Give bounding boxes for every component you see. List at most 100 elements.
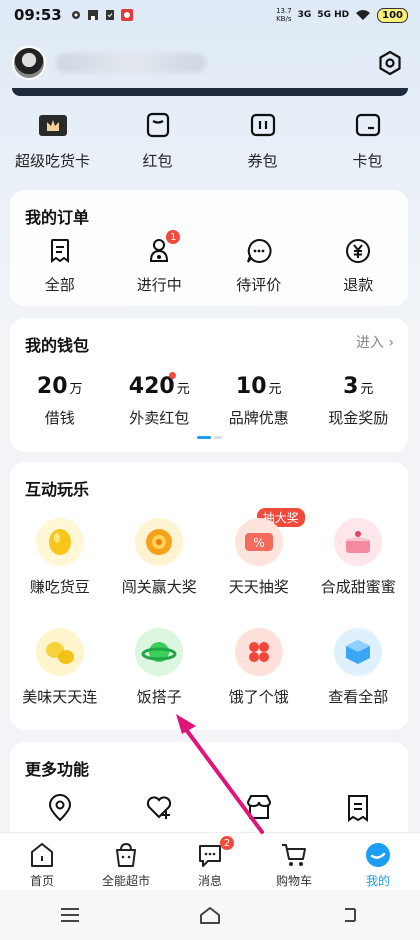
tab-supermarket[interactable]: 全能超市 — [84, 833, 168, 890]
game-sweet-merge[interactable]: 合成甜蜜蜜 — [309, 518, 407, 597]
cart-icon — [282, 844, 306, 866]
order-list-icon — [50, 239, 69, 263]
game-earn-beans[interactable]: 赚吃货豆 — [11, 518, 109, 597]
game-label: 查看全部 — [328, 688, 389, 706]
refund-icon — [346, 239, 371, 263]
order-refund[interactable]: 退款 — [309, 236, 407, 295]
lemons-icon — [45, 642, 74, 664]
order-label: 待评价 — [236, 276, 282, 294]
wallet-item-loan[interactable]: 20 万 借钱 — [11, 374, 109, 428]
order-in-progress[interactable]: 1 进行中 — [110, 230, 208, 295]
assets-row: 超级吃货卡 红包 券包 卡包 — [0, 110, 420, 180]
green-planet-icon — [141, 642, 177, 662]
game-label: 合成甜蜜蜜 — [320, 578, 396, 596]
system-nav-bar — [0, 890, 420, 940]
wallet-item-brand-discount[interactable]: 10 元 品牌优惠 — [210, 374, 308, 428]
orders-title: 我的订单 — [25, 208, 90, 227]
tab-home[interactable]: 首页 — [0, 833, 84, 890]
game-label: 美味天天连 — [22, 688, 98, 706]
tab-label: 购物车 — [275, 874, 312, 888]
order-label: 进行中 — [136, 276, 182, 294]
menu-nav-icon[interactable] — [59, 906, 81, 924]
game-meal-buddy[interactable]: 饭搭子 — [110, 628, 208, 707]
bean-icon — [48, 529, 71, 555]
wallet-value: 420 — [128, 374, 175, 399]
tab-label: 消息 — [197, 874, 222, 888]
crown-card-icon — [38, 115, 67, 136]
message-icon — [199, 845, 221, 867]
games-card: 互动玩乐 赚吃货豆 闯关赢大奖 抽大奖 % 天天抽奖 合成甜蜜蜜 美味天天连 饭… — [10, 462, 408, 730]
tab-me[interactable]: 我的 — [336, 833, 420, 890]
tab-label: 我的 — [365, 874, 390, 888]
asset-coupons[interactable]: 券包 — [213, 110, 313, 180]
game-daily-match[interactable]: 美味天天连 — [11, 628, 109, 707]
card-wallet-icon — [355, 113, 380, 137]
wallet-label: 借钱 — [44, 409, 75, 427]
bottom-tab-bar: 首页 全能超市 2 消息 购物车 我的 — [0, 832, 420, 890]
me-icon — [366, 843, 390, 867]
more-item-address[interactable] — [11, 794, 109, 822]
wallet-item-takeout-packet[interactable]: 420 元 外卖红包 — [110, 372, 208, 428]
game-so-hungry[interactable]: 饿了个饿 — [210, 628, 308, 707]
wallet-unit: 元 — [268, 382, 282, 397]
settings-button[interactable] — [376, 49, 404, 77]
more-item-store[interactable] — [210, 794, 308, 822]
order-all[interactable]: 全部 — [11, 236, 109, 295]
order-to-review[interactable]: 待评价 — [210, 236, 308, 295]
game-level-prize[interactable]: 闯关赢大奖 — [110, 518, 208, 597]
location-icon — [48, 794, 71, 822]
clipboard-status-icon — [105, 10, 114, 20]
asset-card-wallet[interactable]: 卡包 — [318, 110, 418, 180]
battery-indicator: 100 — [377, 7, 408, 23]
status-right: 13.7 KB/s 3G 5G HD 100 — [276, 7, 408, 23]
asset-label: 超级吃货卡 — [14, 152, 90, 170]
wallet-unit: 元 — [176, 382, 190, 397]
tab-messages[interactable]: 2 消息 — [168, 833, 252, 890]
tab-cart[interactable]: 购物车 — [252, 833, 336, 890]
game-daily-lottery[interactable]: 抽大奖 % 天天抽奖 — [210, 508, 308, 597]
more-title: 更多功能 — [25, 760, 90, 779]
wallet-value: 3 — [343, 374, 359, 399]
store-icon — [246, 795, 271, 819]
gear-status-icon — [71, 11, 80, 19]
order-label: 退款 — [343, 276, 374, 294]
wallet-title: 我的钱包 — [25, 336, 90, 355]
games-title: 互动玩乐 — [25, 480, 90, 499]
orders-card: 我的订单 全部 1 进行中 待评价 退款 — [10, 190, 408, 306]
wallet-unit: 元 — [360, 382, 374, 397]
coupon-percent-icon: % — [244, 533, 273, 551]
hexagon-settings-icon — [379, 50, 401, 75]
order-label: 全部 — [44, 276, 75, 294]
heart-plus-icon — [147, 796, 172, 819]
more-item-follow-store[interactable] — [110, 794, 208, 822]
username-blurred[interactable] — [56, 52, 206, 73]
wallet-label: 外卖红包 — [129, 409, 190, 427]
invoice-icon — [348, 795, 369, 822]
asset-super-card[interactable]: 超级吃货卡 — [3, 110, 103, 180]
signal-3g: 3G — [297, 10, 312, 20]
svg-text:%: % — [253, 536, 264, 550]
hearts-icon — [248, 642, 269, 662]
wallet-value: 20 — [36, 374, 68, 399]
blue-cube-icon — [346, 640, 371, 664]
more-item-invoice[interactable] — [309, 794, 407, 822]
home-icon — [31, 843, 53, 867]
new-dot — [168, 372, 176, 379]
wifi-icon — [356, 10, 371, 20]
asset-red-packet[interactable]: 红包 — [108, 110, 208, 180]
membership-banner-edge — [12, 88, 408, 96]
wallet-pager — [197, 436, 222, 439]
avatar[interactable] — [12, 45, 46, 80]
home-nav-icon[interactable] — [198, 905, 222, 925]
game-label: 赚吃货豆 — [29, 578, 90, 596]
status-bar: 09:53 13.7 KB/s 3G 5G HD 100 — [0, 0, 420, 30]
back-nav-icon[interactable] — [339, 905, 361, 925]
wallet-label: 品牌优惠 — [228, 409, 289, 427]
app-status-icon — [120, 9, 133, 21]
wallet-item-cash-reward[interactable]: 3 元 现金奖励 — [309, 374, 407, 428]
wallet-enter-link[interactable]: 进入 › — [356, 332, 394, 352]
asset-label: 红包 — [142, 152, 173, 170]
asset-label: 券包 — [247, 152, 278, 170]
game-view-all[interactable]: 查看全部 — [309, 628, 407, 707]
red-packet-icon — [146, 112, 169, 138]
